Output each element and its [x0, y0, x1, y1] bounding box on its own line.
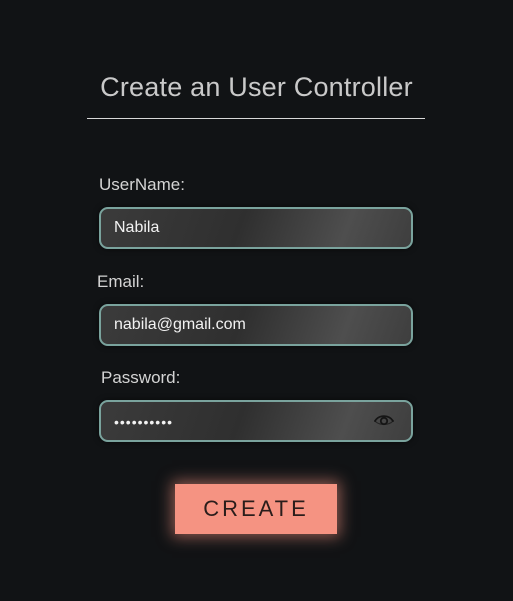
password-value: ••••••••••: [114, 414, 174, 430]
eye-icon[interactable]: [373, 413, 395, 429]
create-user-page: Create an User Controller UserName: Nabi…: [0, 0, 513, 601]
page-title: Create an User Controller: [100, 72, 413, 102]
email-label: Email:: [97, 272, 145, 291]
username-value: Nabila: [114, 219, 160, 236]
username-label: UserName:: [99, 175, 185, 194]
title-divider: [87, 118, 425, 119]
create-button[interactable]: CREATE: [175, 484, 337, 534]
password-label: Password:: [101, 368, 181, 387]
password-field[interactable]: ••••••••••: [99, 400, 413, 442]
email-field[interactable]: nabila@gmail.com: [99, 304, 413, 346]
username-field[interactable]: Nabila: [99, 207, 413, 249]
email-value: nabila@gmail.com: [114, 316, 246, 333]
